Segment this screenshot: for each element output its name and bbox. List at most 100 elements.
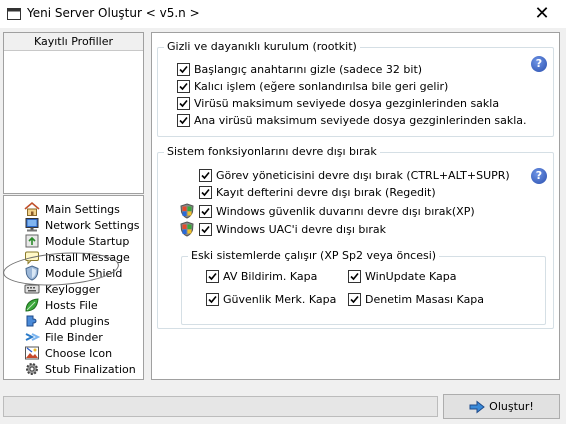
checkbox-label: Windows güvenlik duvarını devre dışı bır… xyxy=(216,204,475,218)
checkbox-box[interactable] xyxy=(199,204,212,218)
checkbox-box[interactable] xyxy=(177,97,190,110)
checkbox-box[interactable] xyxy=(199,186,212,199)
checkbox-av-notify-off[interactable]: AV Bildirim. Kapa xyxy=(206,270,317,283)
build-progress-bar xyxy=(3,396,438,417)
nav-label: Choose Icon xyxy=(45,346,113,360)
checkbox-label: Başlangıç anahtarını gizle (sadece 32 bi… xyxy=(194,63,423,76)
group-hidden-install: Gizli ve dayanıklı kurulum (rootkit) ? B… xyxy=(157,40,554,137)
checkbox-label: Kalıcı işlem (eğere sonlandırılsa bile g… xyxy=(194,80,449,93)
checkbox-box[interactable] xyxy=(348,270,361,283)
nav-item-install-message[interactable]: Install Message xyxy=(24,249,130,265)
checkmark-icon xyxy=(350,295,359,304)
window-client: Kayıtlı Profiller Main Settings Network … xyxy=(0,28,566,424)
checkmark-icon xyxy=(179,99,188,108)
nav-item-module-startup[interactable]: Module Startup xyxy=(24,233,129,249)
nav-label: File Binder xyxy=(45,330,103,344)
checkmark-icon xyxy=(208,295,217,304)
checkbox-label: Windows UAC'i devre dışı bırak xyxy=(216,222,387,236)
nav-label: Install Message xyxy=(45,250,130,264)
checkbox-hide-startup-key[interactable]: Başlangıç anahtarını gizle (sadece 32 bi… xyxy=(177,63,422,76)
shield-icon xyxy=(25,265,39,281)
checkmark-icon xyxy=(201,171,210,180)
nav-label: Keylogger xyxy=(45,282,100,296)
message-icon xyxy=(25,251,39,265)
saved-profiles-list[interactable]: Kayıtlı Profiller xyxy=(3,32,144,194)
nav-label: Hosts File xyxy=(45,298,98,312)
nav-item-main-settings[interactable]: Main Settings xyxy=(24,201,120,217)
app-window-icon xyxy=(7,8,21,20)
checkbox-label: Ana virüsü maksimum seviyede dosya gezgi… xyxy=(194,114,527,127)
nav-item-file-binder[interactable]: File Binder xyxy=(24,329,103,345)
nav-label: Add plugins xyxy=(45,314,110,328)
nav-item-network-settings[interactable]: Network Settings xyxy=(24,217,140,233)
checkbox-box[interactable] xyxy=(206,293,219,306)
checkbox-box[interactable] xyxy=(206,270,219,283)
close-button[interactable]: ✕ xyxy=(528,2,556,26)
checkbox-control-panel-off[interactable]: Denetim Masası Kapa xyxy=(348,293,484,306)
nav-item-stub-finalization[interactable]: Stub Finalization xyxy=(24,361,136,377)
create-button-label: Oluştur! xyxy=(489,400,534,413)
group-title: Sistem fonksiyonlarını devre dışı bırak xyxy=(164,145,380,158)
help-icon[interactable]: ? xyxy=(531,56,547,72)
leaf-icon xyxy=(25,298,39,312)
checkbox-label: Güvenlik Merk. Kapa xyxy=(223,293,337,306)
settings-panel: Gizli ve dayanıklı kurulum (rootkit) ? B… xyxy=(151,32,560,380)
checkbox-winupdate-off[interactable]: WinUpdate Kapa xyxy=(348,270,456,283)
nav-label: Module Shield xyxy=(45,266,123,280)
checkmark-icon xyxy=(179,65,188,74)
arrow-right-icon xyxy=(469,399,485,414)
gear-icon xyxy=(26,363,38,375)
checkbox-box[interactable] xyxy=(199,222,212,236)
nav-item-choose-icon[interactable]: Choose Icon xyxy=(24,345,112,361)
nav-item-hosts-file[interactable]: Hosts File xyxy=(24,297,98,313)
checkbox-box[interactable] xyxy=(199,169,212,182)
checkbox-disable-regedit[interactable]: Kayıt defterini devre dışı bırak (Regedi… xyxy=(199,186,436,199)
checkbox-label: Virüsü maksimum seviyede dosya gezginler… xyxy=(194,97,500,110)
nav-label: Main Settings xyxy=(45,202,120,216)
checkbox-box[interactable] xyxy=(177,80,190,93)
keyboard-icon xyxy=(24,284,40,294)
checkmark-icon xyxy=(201,207,210,215)
saved-profiles-header: Kayıtlı Profiller xyxy=(4,33,143,51)
checkmark-icon xyxy=(208,272,217,281)
title-bar: Yeni Server Oluştur < v5.n > ✕ xyxy=(0,0,566,28)
checkbox-disable-taskmgr[interactable]: Görev yöneticisini devre dışı bırak (CTR… xyxy=(199,169,510,182)
checkbox-disable-uac[interactable]: Windows UAC'i devre dışı bırak xyxy=(179,221,386,237)
group-old-systems: Eski sistemlerde çalışır (XP Sp2 veya ön… xyxy=(181,249,546,325)
checkbox-label: WinUpdate Kapa xyxy=(365,270,457,283)
group-title: Eski sistemlerde çalışır (XP Sp2 veya ön… xyxy=(188,249,440,262)
network-icon xyxy=(25,218,39,232)
checkbox-box[interactable] xyxy=(348,293,361,306)
create-button[interactable]: Oluştur! xyxy=(443,394,560,419)
settings-nav-tree: Main Settings Network Settings Module St… xyxy=(3,195,144,380)
checkbox-hide-virus[interactable]: Virüsü maksimum seviyede dosya gezginler… xyxy=(177,97,499,110)
checkbox-box[interactable] xyxy=(177,114,190,127)
nav-label: Module Startup xyxy=(45,234,130,248)
checkbox-label: AV Bildirim. Kapa xyxy=(223,270,318,283)
nav-item-keylogger[interactable]: Keylogger xyxy=(24,281,100,297)
binder-icon xyxy=(25,333,40,341)
nav-label: Network Settings xyxy=(45,218,140,232)
checkmark-icon xyxy=(179,82,188,91)
nav-item-add-plugins[interactable]: Add plugins xyxy=(24,313,110,329)
nav-item-module-shield[interactable]: Module Shield xyxy=(24,265,122,281)
image-icon xyxy=(25,346,39,360)
group-disable-functions: Sistem fonksiyonlarını devre dışı bırak … xyxy=(157,145,554,329)
windows-security-shield-icon xyxy=(180,203,194,219)
checkbox-security-center-off[interactable]: Güvenlik Merk. Kapa xyxy=(206,293,336,306)
checkbox-persistent-process[interactable]: Kalıcı işlem (eğere sonlandırılsa bile g… xyxy=(177,80,448,93)
group-title: Gizli ve dayanıklı kurulum (rootkit) xyxy=(164,40,360,53)
checkmark-icon xyxy=(350,272,359,281)
checkbox-box[interactable] xyxy=(177,63,190,76)
startup-icon xyxy=(25,234,39,248)
window-title: Yeni Server Oluştur < v5.n > xyxy=(27,6,200,20)
windows-security-shield-icon xyxy=(180,221,194,237)
help-icon[interactable]: ? xyxy=(531,168,547,184)
checkbox-hide-main-virus[interactable]: Ana virüsü maksimum seviyede dosya gezgi… xyxy=(177,114,527,127)
checkmark-icon xyxy=(179,116,188,125)
plugin-icon xyxy=(26,315,37,327)
checkmark-icon xyxy=(201,188,210,197)
checkbox-label: Denetim Masası Kapa xyxy=(365,293,485,306)
home-icon xyxy=(24,201,40,216)
checkbox-disable-firewall[interactable]: Windows güvenlik duvarını devre dışı bır… xyxy=(179,203,475,219)
